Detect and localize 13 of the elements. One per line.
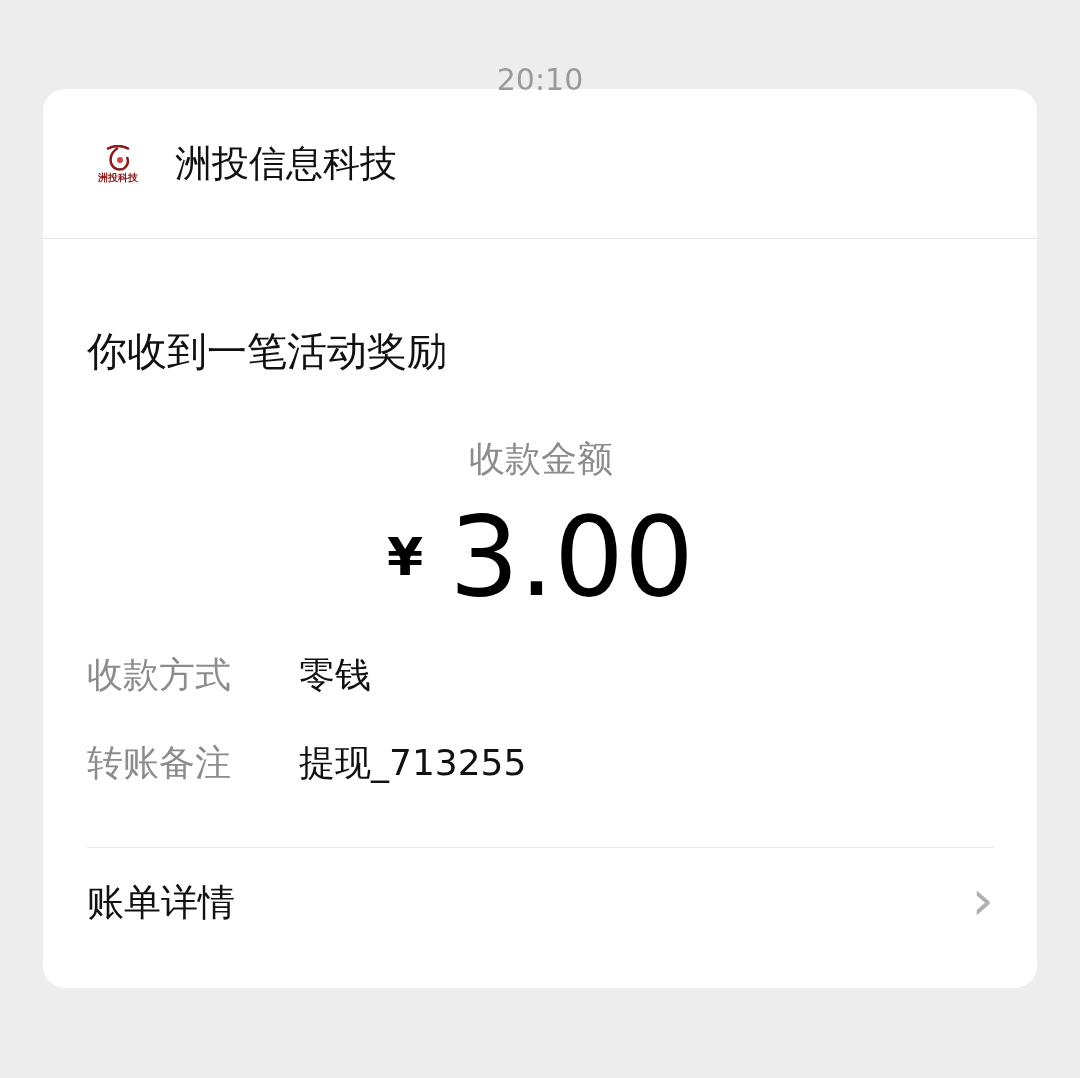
message-title: 你收到一笔活动奖励	[87, 327, 448, 376]
amount-value: 3.00	[449, 502, 695, 612]
bill-details-row[interactable]: 账单详情 ›	[87, 848, 994, 958]
amount-label: 收款金额	[467, 437, 614, 481]
detail-label: 转账备注	[87, 740, 232, 785]
merchant-name: 洲投信息科技	[175, 140, 397, 187]
logo-text: 洲投科技	[98, 172, 138, 183]
detail-value: 提现_713255	[299, 740, 527, 785]
chevron-icon: ›	[971, 872, 994, 928]
currency-symbol: ¥	[386, 527, 424, 587]
status-time: 20:10	[496, 62, 584, 97]
detail-value: 零钱	[299, 652, 371, 697]
detail-label: 收款方式	[87, 652, 232, 697]
